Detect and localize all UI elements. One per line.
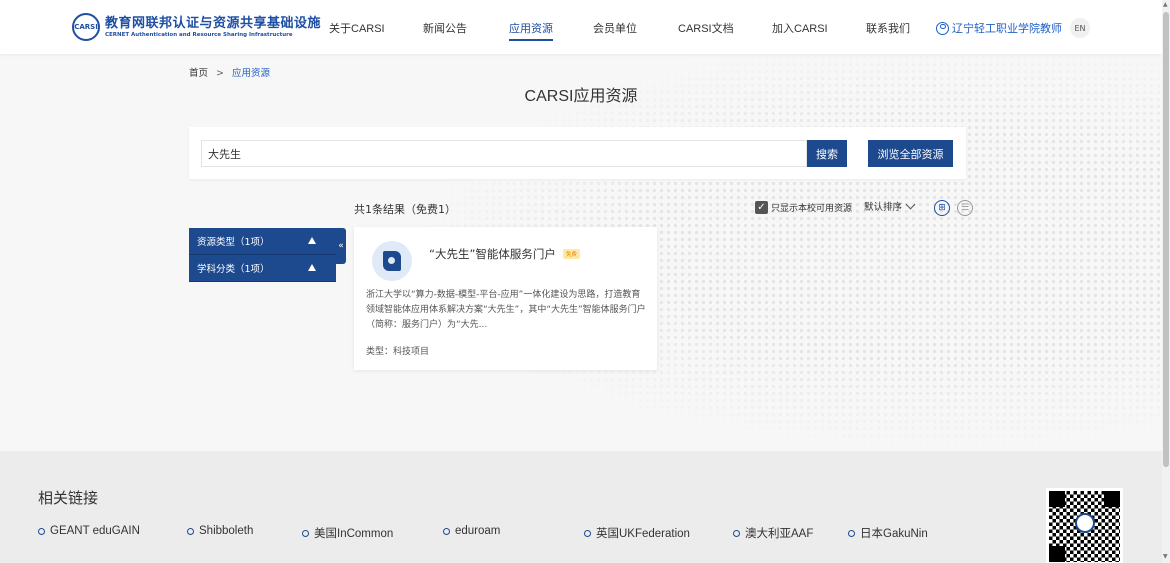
breadcrumb-current[interactable]: 应用资源 bbox=[232, 68, 270, 79]
filter-label: 只显示本校可用资源 bbox=[771, 204, 853, 214]
footer-title: 相关链接 bbox=[38, 489, 99, 507]
footer-link-label: 英国UKFederation bbox=[596, 528, 690, 540]
resource-book-icon bbox=[372, 241, 412, 281]
sort-select[interactable]: 默认排序 bbox=[864, 199, 916, 213]
logo-title-en: CERNET Authentication and Resource Shari… bbox=[105, 31, 293, 38]
list-view-icon[interactable]: ☰ bbox=[957, 200, 973, 216]
logo-title-cn: 教育网联邦认证与资源共享基础设施 bbox=[105, 15, 322, 31]
footer-link-label: eduroam bbox=[455, 525, 501, 537]
carsi-logo-icon: CARSI bbox=[72, 13, 100, 41]
site-header: CARSI 教育网联邦认证与资源共享基础设施 CERNET Authentica… bbox=[0, 0, 1162, 54]
user-icon bbox=[936, 21, 949, 35]
triangle-up-icon bbox=[308, 264, 316, 271]
page-scrollbar[interactable]: ▲ ▼ bbox=[1162, 0, 1170, 563]
qr-code-image bbox=[1046, 488, 1123, 563]
result-count: 共1条结果（免费1） bbox=[354, 203, 456, 216]
footer-link-ukfederation[interactable]: 英国UKFederation bbox=[584, 525, 690, 541]
sort-label: 默认排序 bbox=[864, 202, 903, 213]
nav-docs[interactable]: CARSI文档 bbox=[678, 20, 734, 36]
language-toggle[interactable]: EN bbox=[1070, 18, 1090, 38]
breadcrumb: 首页 > 应用资源 bbox=[189, 65, 270, 79]
search-button[interactable]: 搜索 bbox=[807, 140, 847, 167]
search-panel: 搜索 浏览全部资源 bbox=[189, 127, 966, 179]
footer-link-shibboleth[interactable]: Shibboleth bbox=[187, 525, 253, 537]
resource-title[interactable]: “大先生”智能体服务门户 免费 bbox=[429, 246, 580, 262]
search-input[interactable] bbox=[201, 140, 807, 167]
nav-contact[interactable]: 联系我们 bbox=[866, 20, 910, 36]
footer-link-label: Shibboleth bbox=[199, 525, 254, 537]
circle-bullet-icon bbox=[38, 527, 45, 535]
nav-news[interactable]: 新闻公告 bbox=[423, 20, 467, 36]
scroll-up-icon[interactable]: ▲ bbox=[1163, 1, 1168, 8]
resource-title-text: “大先生”智能体服务门户 bbox=[429, 247, 556, 261]
site-footer: 相关链接 GEANT eduGAIN Shibboleth 美国InCommon… bbox=[0, 451, 1162, 563]
footer-link-label: 日本GakuNin bbox=[860, 528, 928, 540]
nav-join[interactable]: 加入CARSI bbox=[772, 20, 828, 36]
resource-card[interactable]: “大先生”智能体服务门户 免费 浙江大学以“算力-数据-模型-平台-应用”一体化… bbox=[354, 227, 657, 370]
footer-link-edugain[interactable]: GEANT eduGAIN bbox=[38, 525, 140, 537]
breadcrumb-separator: > bbox=[216, 68, 225, 79]
local-resources-filter[interactable]: ✓ 只显示本校可用资源 bbox=[755, 201, 852, 214]
sidebar-item-label: 学科分类（1项） bbox=[197, 264, 270, 275]
sidebar-item-resource-type[interactable]: 资源类型（1项） bbox=[189, 228, 336, 255]
sidebar-item-subject[interactable]: 学科分类（1项） bbox=[189, 255, 336, 282]
circle-bullet-icon bbox=[443, 527, 450, 535]
breadcrumb-home[interactable]: 首页 bbox=[189, 68, 208, 79]
footer-link-label: 美国InCommon bbox=[314, 528, 394, 540]
sidebar-item-label: 资源类型（1项） bbox=[197, 237, 270, 248]
circle-bullet-icon bbox=[302, 529, 309, 537]
circle-bullet-icon bbox=[187, 527, 194, 535]
nav-members[interactable]: 会员单位 bbox=[593, 20, 637, 36]
site-logo[interactable]: CARSI 教育网联邦认证与资源共享基础设施 CERNET Authentica… bbox=[72, 13, 321, 41]
nav-resources[interactable]: 应用资源 bbox=[509, 20, 553, 41]
user-account-link[interactable]: 辽宁轻工职业学院教师 bbox=[936, 20, 1062, 36]
footer-link-label: 澳大利亚AAF bbox=[745, 528, 814, 540]
scroll-thumb[interactable] bbox=[1163, 12, 1169, 467]
resource-type: 类型：科技项目 bbox=[366, 347, 430, 357]
scroll-down-icon[interactable]: ▼ bbox=[1163, 553, 1168, 560]
circle-bullet-icon bbox=[848, 529, 855, 537]
resource-description: 浙江大学以“算力-数据-模型-平台-应用”一体化建设为思路，打造教育领域智能体应… bbox=[366, 290, 646, 330]
grid-view-icon[interactable]: ⊞ bbox=[934, 200, 950, 216]
nav-about[interactable]: 关于CARSI bbox=[329, 20, 385, 36]
footer-link-eduroam[interactable]: eduroam bbox=[443, 525, 500, 537]
checkbox-checked-icon[interactable]: ✓ bbox=[755, 201, 768, 214]
chevron-down-icon bbox=[905, 199, 916, 209]
circle-bullet-icon bbox=[584, 529, 591, 537]
triangle-up-icon bbox=[308, 237, 316, 244]
page-title: CARSI应用资源 bbox=[524, 88, 638, 105]
browse-all-button[interactable]: 浏览全部资源 bbox=[868, 140, 953, 167]
footer-link-aaf[interactable]: 澳大利亚AAF bbox=[733, 525, 813, 541]
user-name: 辽宁轻工职业学院教师 bbox=[952, 22, 1062, 35]
sidebar-collapse-button[interactable]: « bbox=[336, 228, 346, 264]
footer-link-incommon[interactable]: 美国InCommon bbox=[302, 525, 393, 541]
filter-sidebar: 资源类型（1项） 学科分类（1项） bbox=[189, 228, 336, 282]
footer-link-gakunin[interactable]: 日本GakuNin bbox=[848, 525, 928, 541]
free-badge: 免费 bbox=[562, 249, 580, 259]
footer-link-label: GEANT eduGAIN bbox=[50, 525, 140, 537]
circle-bullet-icon bbox=[733, 529, 740, 537]
